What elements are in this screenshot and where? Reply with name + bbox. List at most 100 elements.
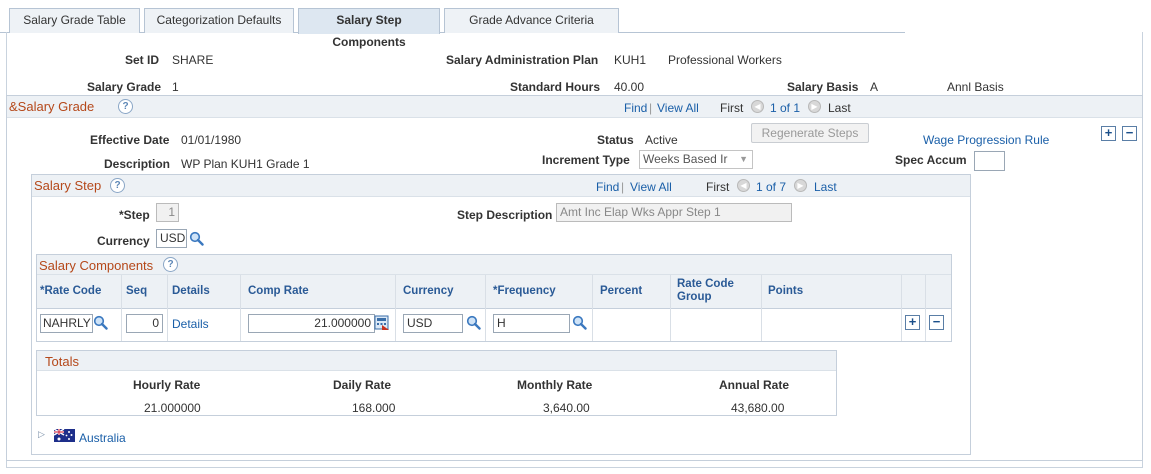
- tab-categorization-defaults[interactable]: Categorization Defaults: [144, 8, 294, 33]
- comp-rate-field[interactable]: 21.000000: [248, 314, 375, 333]
- step-label: *Step: [119, 208, 150, 222]
- standard-hours-label: Standard Hours: [510, 80, 601, 94]
- help-icon[interactable]: ?: [118, 99, 133, 114]
- column-header-frequency: *Frequency: [493, 285, 556, 297]
- previous-icon[interactable]: ◀: [751, 100, 764, 113]
- monthly-rate-value: 3,640.00: [543, 401, 590, 415]
- column-header-currency: Currency: [403, 285, 454, 297]
- salary-basis-description: Annl Basis: [947, 80, 1004, 94]
- tab-grade-advance-criteria[interactable]: Grade Advance Criteria: [444, 8, 619, 33]
- tab-salary-grade-table[interactable]: Salary Grade Table: [9, 8, 140, 33]
- search-icon[interactable]: [572, 315, 587, 330]
- column-divider: [240, 275, 241, 341]
- delete-row-icon[interactable]: −: [929, 315, 944, 330]
- frequency-field[interactable]: H: [493, 314, 570, 333]
- increment-type-value: Weeks Based Ir: [643, 152, 728, 166]
- salary-grade-title: &Salary Grade: [9, 99, 95, 114]
- help-icon[interactable]: ?: [163, 257, 178, 272]
- step-field: 1: [156, 203, 179, 222]
- search-icon[interactable]: [466, 315, 481, 330]
- daily-rate-label: Daily Rate: [333, 378, 392, 392]
- annual-rate-label: Annual Rate: [719, 378, 790, 392]
- last-label: Last: [828, 101, 851, 115]
- spec-accum-field[interactable]: [974, 151, 1005, 171]
- australia-link[interactable]: Australia: [79, 431, 126, 445]
- totals-header: [37, 351, 836, 371]
- first-label: First: [706, 180, 730, 194]
- rate-code-field[interactable]: NAHRLY: [40, 314, 93, 333]
- delete-row-icon[interactable]: −: [1122, 126, 1137, 141]
- pager-text: 1 of 1: [770, 101, 801, 115]
- column-header-seq: Seq: [126, 285, 148, 297]
- column-divider: [485, 275, 486, 341]
- view-all-link[interactable]: View All: [630, 180, 672, 194]
- details-link[interactable]: Details: [172, 317, 209, 331]
- salary-grade-label: Salary Grade: [87, 80, 162, 94]
- currency-field[interactable]: USD: [156, 229, 187, 248]
- salary-basis-label: Salary Basis: [787, 80, 859, 94]
- effective-date-label: Effective Date: [90, 133, 170, 147]
- view-all-link[interactable]: View All: [657, 101, 699, 115]
- step-description-field: Amt Inc Elap Wks Appr Step 1: [556, 203, 792, 222]
- setid-value: SHARE: [172, 53, 214, 67]
- previous-icon[interactable]: ◀: [737, 179, 750, 192]
- help-icon[interactable]: ?: [110, 178, 125, 193]
- hourly-rate-value: 21.000000: [144, 401, 201, 415]
- column-divider: [121, 275, 122, 341]
- spec-accum-label: Spec Accum: [895, 153, 967, 167]
- first-label: First: [720, 101, 744, 115]
- expand-triangle-icon[interactable]: ▷: [38, 429, 45, 440]
- calculator-icon[interactable]: [374, 315, 390, 331]
- daily-rate-value: 168.000: [352, 401, 396, 415]
- column-header-details: Details: [172, 285, 210, 297]
- step-description-label: Step Description: [457, 208, 553, 222]
- seq-field[interactable]: 0: [126, 314, 163, 333]
- next-icon[interactable]: ▶: [808, 100, 821, 113]
- column-header-comp-rate: Comp Rate: [248, 285, 309, 297]
- description-value: WP Plan KUH1 Grade 1: [181, 157, 310, 171]
- column-header-rate-code: *Rate Code: [40, 285, 102, 297]
- hourly-rate-label: Hourly Rate: [133, 378, 201, 392]
- increment-type-label: Increment Type: [542, 153, 630, 167]
- add-row-icon[interactable]: +: [905, 315, 920, 330]
- pager-text: 1 of 7: [756, 180, 787, 194]
- column-divider: [167, 275, 168, 341]
- totals-title: Totals: [45, 354, 79, 369]
- effective-date-value: 01/01/1980: [181, 133, 242, 147]
- monthly-rate-label: Monthly Rate: [517, 378, 593, 392]
- separator: |: [649, 101, 653, 115]
- add-row-icon[interactable]: +: [1101, 126, 1116, 141]
- increment-type-select[interactable]: Weeks Based Ir ▼: [639, 150, 753, 169]
- plan-description: Professional Workers: [668, 53, 782, 67]
- annual-rate-value: 43,680.00: [731, 401, 785, 415]
- australia-flag-icon: [54, 429, 75, 442]
- column-divider: [925, 275, 926, 341]
- column-header-percent: Percent: [600, 285, 643, 297]
- salary-basis-value: A: [870, 80, 879, 94]
- salary-step-title: Salary Step: [34, 178, 102, 193]
- last-link[interactable]: Last: [814, 180, 837, 194]
- standard-hours-value: 40.00: [614, 80, 645, 94]
- column-divider: [395, 275, 396, 341]
- plan-value: KUH1: [614, 53, 647, 67]
- tab-salary-step-components[interactable]: Salary Step Components: [298, 8, 440, 49]
- column-divider: [761, 275, 762, 341]
- wage-progression-rule-link[interactable]: Wage Progression Rule: [923, 133, 1049, 147]
- currency-row-field[interactable]: USD: [403, 314, 463, 333]
- column-divider: [901, 275, 902, 341]
- find-link[interactable]: Find: [596, 180, 619, 194]
- regenerate-steps-button[interactable]: Regenerate Steps: [751, 123, 869, 143]
- column-divider: [670, 275, 671, 341]
- plan-label: Salary Administration Plan: [446, 53, 599, 67]
- next-icon[interactable]: ▶: [794, 179, 807, 192]
- search-icon[interactable]: [93, 315, 108, 330]
- find-link[interactable]: Find: [624, 101, 647, 115]
- status-value: Active: [645, 133, 678, 147]
- column-divider: [592, 275, 593, 341]
- status-label: Status: [597, 133, 634, 147]
- column-header-rate-code-group: Rate Code Group: [677, 278, 734, 303]
- search-icon[interactable]: [189, 231, 204, 246]
- currency-label: Currency: [97, 234, 150, 248]
- chevron-down-icon: ▼: [739, 154, 748, 164]
- salary-components-title: Salary Components: [39, 258, 154, 273]
